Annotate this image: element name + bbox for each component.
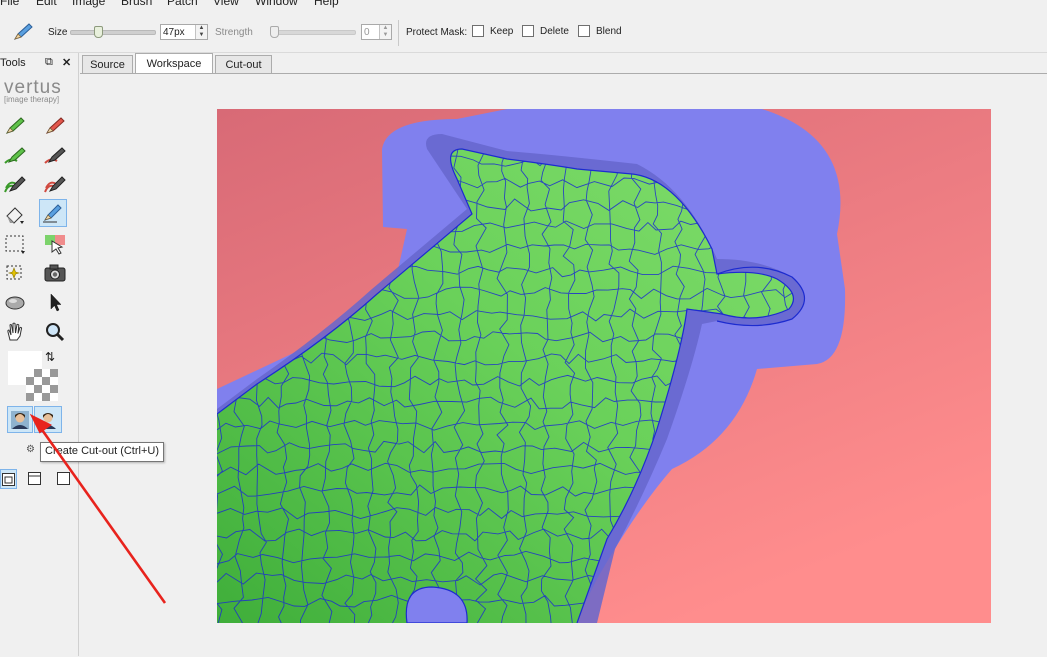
size-spinbox[interactable]: 47px ▲ ▼ (160, 24, 208, 40)
strength-label: Strength (215, 27, 253, 38)
eraser-icon (6, 207, 24, 224)
brush-pencil-icon (12, 22, 34, 45)
delete-checkbox[interactable] (522, 25, 534, 37)
remove-brush-tool[interactable] (41, 112, 69, 140)
blue-pencil-icon (43, 204, 62, 223)
red-region-pencil-icon (44, 176, 66, 193)
menu-file[interactable]: File (0, 0, 19, 8)
cutout-options-icon[interactable]: ⚙ (26, 444, 35, 455)
view-mode-horizontal-button[interactable] (28, 472, 41, 488)
person-icon (40, 412, 56, 429)
image-canvas[interactable] (217, 109, 991, 623)
view-mode-split-button[interactable] (0, 469, 17, 489)
keep-region-brush-tool[interactable] (1, 171, 29, 199)
person-cutout-icon (11, 410, 29, 429)
eraser-tool[interactable] (1, 200, 29, 228)
remove-edge-brush-tool[interactable] (41, 142, 69, 170)
marquee-select-icon (5, 235, 25, 254)
menu-patch[interactable]: Patch (167, 0, 198, 8)
keep-edge-brush-tool[interactable] (1, 142, 29, 170)
smudge-icon (5, 296, 25, 310)
tools-panel: Tools ⧉ ✕ vertus [image therapy] ⇅ ⚙ (0, 53, 79, 656)
menu-edit[interactable]: Edit (36, 0, 57, 8)
split-view-icon (2, 472, 15, 486)
menu-bar: File Edit Image Brush Patch View Window … (0, 0, 1047, 8)
camera-icon (44, 264, 66, 282)
single-view-icon (57, 472, 70, 485)
pointer-tool[interactable] (41, 288, 69, 316)
horizontal-view-icon (28, 472, 41, 485)
keep-brush-tool[interactable] (1, 112, 29, 140)
snapshot-tool[interactable] (41, 259, 69, 287)
cutout-preview-button[interactable] (34, 406, 62, 433)
remove-region-brush-tool[interactable] (41, 171, 69, 199)
blend-checkbox[interactable] (578, 25, 590, 37)
smudge-tool[interactable] (1, 288, 29, 316)
size-slider-thumb[interactable] (94, 26, 103, 38)
strength-spinbox[interactable]: 0 ▲ ▼ (361, 24, 392, 40)
menu-brush[interactable]: Brush (121, 0, 152, 8)
zoom-tool[interactable] (41, 318, 69, 346)
strength-slider-thumb[interactable] (270, 26, 279, 38)
toolbar-separator (398, 20, 399, 46)
background-transparent-swatch[interactable] (26, 369, 58, 401)
float-panel-icon[interactable]: ⧉ (45, 56, 53, 69)
keep-label: Keep (490, 26, 514, 37)
menu-window[interactable]: Window (255, 0, 298, 8)
menu-view[interactable]: View (213, 0, 239, 8)
size-slider[interactable] (70, 30, 156, 35)
auto-mask-tool[interactable] (1, 259, 29, 287)
vertus-logo-subtitle: [image therapy] (4, 95, 60, 104)
rect-select-tool[interactable] (1, 230, 29, 258)
segmentation-overlay (217, 109, 991, 623)
green-region-pencil-icon (4, 176, 26, 193)
spin-arrows-icon[interactable]: ▲ ▼ (195, 25, 207, 39)
size-label: Size (48, 27, 68, 38)
green-pencil-icon (5, 117, 25, 134)
brush-toolbar: Size 47px ▲ ▼ Strength 0 ▲ ▼ Protect Mask:… (0, 8, 1047, 53)
tools-panel-title: Tools (0, 57, 26, 69)
tab-workspace[interactable]: Workspace (135, 53, 213, 74)
menu-help[interactable]: Help (314, 0, 339, 8)
brush-tool-active[interactable] (39, 199, 67, 227)
create-cutout-button[interactable] (7, 406, 33, 433)
workspace-area (80, 73, 1047, 657)
magnifier-icon (46, 323, 65, 342)
blend-label: Blend (596, 26, 622, 37)
protect-mask-label: Protect Mask: (406, 27, 468, 38)
strength-slider[interactable] (270, 30, 356, 35)
create-cutout-tooltip: Create Cut-out (Ctrl+U) (40, 442, 165, 462)
red-edge-pencil-icon (44, 147, 66, 164)
arrow-cursor-icon (50, 293, 62, 312)
view-mode-single-button[interactable] (57, 472, 70, 488)
magic-fill-tool[interactable] (41, 230, 69, 258)
sparkle-select-icon (6, 265, 22, 280)
red-pencil-icon (45, 117, 65, 134)
keep-checkbox[interactable] (472, 25, 484, 37)
hand-icon (7, 322, 23, 341)
pan-tool[interactable] (1, 318, 29, 346)
green-edge-pencil-icon (4, 147, 26, 164)
delete-label: Delete (540, 26, 569, 37)
close-panel-icon[interactable]: ✕ (62, 56, 71, 69)
spin-arrows-icon[interactable]: ▲ ▼ (379, 25, 391, 39)
swap-colors-icon[interactable]: ⇅ (45, 350, 55, 364)
tab-source[interactable]: Source (82, 55, 133, 73)
fill-hand-icon (45, 235, 65, 255)
menu-image[interactable]: Image (72, 0, 105, 8)
tab-cutout[interactable]: Cut-out (215, 55, 272, 73)
